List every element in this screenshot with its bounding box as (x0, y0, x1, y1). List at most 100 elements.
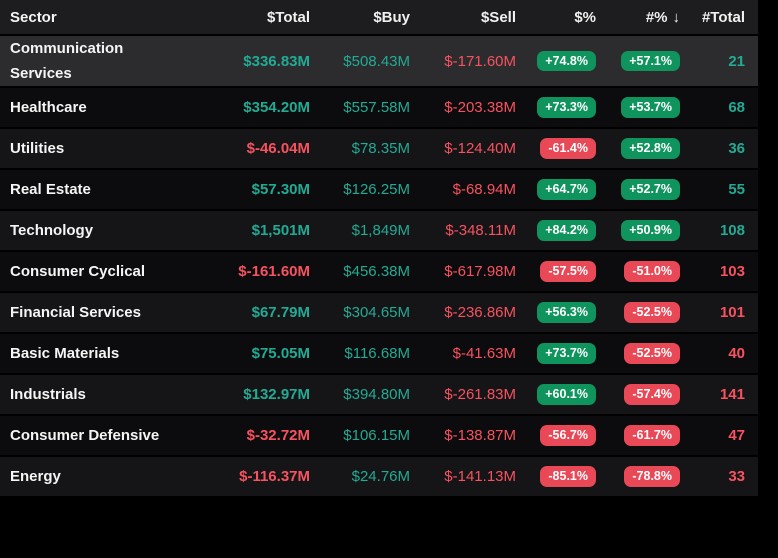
sector-cell: Industrials (0, 382, 210, 408)
dollar-buy-cell: $116.68M (310, 345, 410, 362)
sector-label: Basic Materials (10, 341, 119, 366)
num-pct-cell: +53.7% (596, 97, 680, 118)
dollar-pct-badge: +73.3% (537, 97, 596, 118)
dollar-pct-badge: +56.3% (537, 302, 596, 323)
table-body: Communication Services $336.83M $508.43M… (0, 36, 758, 498)
dollar-pct-cell: +73.3% (516, 97, 596, 118)
dollar-pct-badge: -57.5% (540, 261, 596, 282)
num-pct-cell: +52.7% (596, 179, 680, 200)
dollar-sell-cell: $-203.38M (410, 99, 516, 116)
sector-cell: Healthcare (0, 95, 210, 121)
dollar-sell-cell: $-41.63M (410, 345, 516, 362)
num-pct-badge: +50.9% (621, 220, 680, 241)
dollar-total-cell: $-46.04M (210, 140, 310, 157)
num-total-cell: 55 (680, 181, 745, 198)
sector-label: Real Estate (10, 177, 91, 202)
table-row[interactable]: Communication Services $336.83M $508.43M… (0, 36, 758, 88)
table-row[interactable]: Technology $1,501M $1,849M $-348.11M +84… (0, 211, 758, 252)
sort-descending-icon: ↓ (673, 9, 681, 26)
dollar-sell-cell: $-171.60M (410, 53, 516, 70)
num-pct-cell: +50.9% (596, 220, 680, 241)
sector-label: Healthcare (10, 95, 87, 120)
column-header-num-total[interactable]: #Total (680, 9, 745, 26)
dollar-pct-cell: +84.2% (516, 220, 596, 241)
dollar-sell-cell: $-141.13M (410, 468, 516, 485)
dollar-pct-badge: +84.2% (537, 220, 596, 241)
dollar-pct-cell: +60.1% (516, 384, 596, 405)
num-total-cell: 141 (680, 386, 745, 403)
dollar-pct-cell: +74.8% (516, 51, 596, 72)
dollar-sell-cell: $-124.40M (410, 140, 516, 157)
column-header-dollar-total[interactable]: $Total (210, 9, 310, 26)
dollar-buy-cell: $304.65M (310, 304, 410, 321)
dollar-total-cell: $-116.37M (210, 468, 310, 485)
sector-label: Consumer Cyclical (10, 259, 145, 284)
dollar-total-cell: $75.05M (210, 345, 310, 362)
table-row[interactable]: Basic Materials $75.05M $116.68M $-41.63… (0, 334, 758, 375)
dollar-pct-cell: +56.3% (516, 302, 596, 323)
column-header-dollar-sell[interactable]: $Sell (410, 9, 516, 26)
dollar-buy-cell: $24.76M (310, 468, 410, 485)
table-row[interactable]: Real Estate $57.30M $126.25M $-68.94M +6… (0, 170, 758, 211)
dollar-buy-cell: $557.58M (310, 99, 410, 116)
num-pct-badge: +52.7% (621, 179, 680, 200)
dollar-pct-badge: +74.8% (537, 51, 596, 72)
column-header-dollar-pct[interactable]: $% (516, 9, 596, 26)
dollar-sell-cell: $-617.98M (410, 263, 516, 280)
column-header-num-pct-label: #% (646, 9, 668, 26)
table-row[interactable]: Utilities $-46.04M $78.35M $-124.40M -61… (0, 129, 758, 170)
dollar-pct-cell: +73.7% (516, 343, 596, 364)
num-total-cell: 36 (680, 140, 745, 157)
num-total-cell: 21 (680, 53, 745, 70)
dollar-total-cell: $-161.60M (210, 263, 310, 280)
num-pct-badge: +57.1% (621, 51, 680, 72)
table-row[interactable]: Consumer Cyclical $-161.60M $456.38M $-6… (0, 252, 758, 293)
sector-label: Consumer Defensive (10, 423, 159, 448)
dollar-buy-cell: $456.38M (310, 263, 410, 280)
table-row[interactable]: Healthcare $354.20M $557.58M $-203.38M +… (0, 88, 758, 129)
num-pct-cell: +57.1% (596, 51, 680, 72)
num-pct-badge: -52.5% (624, 302, 680, 323)
num-pct-badge: +52.8% (621, 138, 680, 159)
num-total-cell: 101 (680, 304, 745, 321)
table-row[interactable]: Energy $-116.37M $24.76M $-141.13M -85.1… (0, 457, 758, 498)
sector-cell: Real Estate (0, 177, 210, 203)
sector-label: Industrials (10, 382, 86, 407)
num-pct-badge: -52.5% (624, 343, 680, 364)
column-header-num-pct[interactable]: #% ↓ (596, 9, 680, 26)
dollar-buy-cell: $1,849M (310, 222, 410, 239)
sector-cell: Utilities (0, 136, 210, 162)
dollar-sell-cell: $-348.11M (410, 222, 516, 239)
dollar-pct-badge: -56.7% (540, 425, 596, 446)
dollar-total-cell: $354.20M (210, 99, 310, 116)
dollar-pct-cell: -85.1% (516, 466, 596, 487)
num-pct-cell: -51.0% (596, 261, 680, 282)
table-row[interactable]: Industrials $132.97M $394.80M $-261.83M … (0, 375, 758, 416)
dollar-pct-cell: +64.7% (516, 179, 596, 200)
dollar-sell-cell: $-68.94M (410, 181, 516, 198)
num-pct-cell: -52.5% (596, 302, 680, 323)
dollar-pct-badge: -85.1% (540, 466, 596, 487)
num-pct-cell: +52.8% (596, 138, 680, 159)
sector-label: Utilities (10, 136, 64, 161)
num-pct-badge: -61.7% (624, 425, 680, 446)
column-header-sector[interactable]: Sector (0, 5, 210, 30)
column-header-dollar-buy[interactable]: $Buy (310, 9, 410, 26)
sector-label: Technology (10, 218, 93, 243)
dollar-pct-cell: -61.4% (516, 138, 596, 159)
num-pct-cell: -52.5% (596, 343, 680, 364)
table-row[interactable]: Consumer Defensive $-32.72M $106.15M $-1… (0, 416, 758, 457)
dollar-buy-cell: $126.25M (310, 181, 410, 198)
num-total-cell: 108 (680, 222, 745, 239)
dollar-sell-cell: $-236.86M (410, 304, 516, 321)
num-total-cell: 103 (680, 263, 745, 280)
dollar-total-cell: $57.30M (210, 181, 310, 198)
sector-label: Communication Services (10, 36, 168, 86)
dollar-pct-badge: +60.1% (537, 384, 596, 405)
dollar-total-cell: $336.83M (210, 53, 310, 70)
dollar-total-cell: $-32.72M (210, 427, 310, 444)
sector-cell: Communication Services (0, 36, 210, 86)
sector-label: Energy (10, 464, 61, 489)
dollar-total-cell: $132.97M (210, 386, 310, 403)
table-row[interactable]: Financial Services $67.79M $304.65M $-23… (0, 293, 758, 334)
